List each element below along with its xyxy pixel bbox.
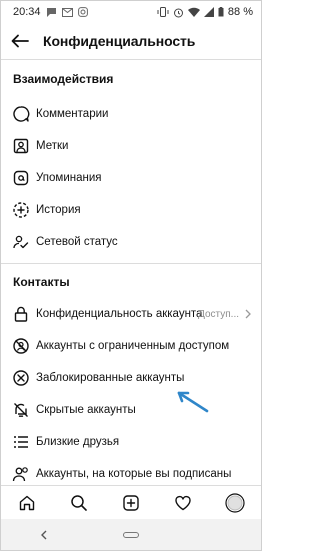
divider <box>1 59 261 60</box>
menu-item-activity-status[interactable]: Сетевой статус <box>1 226 261 258</box>
signal-icon <box>203 7 214 17</box>
menu-item-account-privacy[interactable]: Конфиденциальность аккаунта Доступ... <box>1 298 261 330</box>
at-icon <box>11 168 31 188</box>
section-title-contacts: Контакты <box>13 275 70 289</box>
menu-item-label: Скрытые аккаунты <box>36 404 136 416</box>
menu-item-story[interactable]: История <box>1 194 261 226</box>
section-divider <box>1 263 261 264</box>
new-post-icon[interactable] <box>116 488 146 518</box>
page-title: Конфиденциальность <box>43 33 196 49</box>
comment-icon <box>11 104 31 124</box>
battery-icon <box>218 7 224 17</box>
back-arrow-icon[interactable] <box>9 30 31 52</box>
menu-item-label: Аккаунты, на которые вы подписаны <box>36 468 232 480</box>
heart-icon[interactable] <box>168 488 198 518</box>
menu-item-label: Близкие друзья <box>36 436 120 448</box>
status-time: 20:34 <box>13 6 41 18</box>
profile-avatar[interactable] <box>220 488 250 518</box>
menu-item-tags[interactable]: Метки <box>1 130 261 162</box>
menu-item-close-friends[interactable]: Близкие друзья <box>1 426 261 458</box>
following-icon <box>11 464 31 484</box>
section-title-interactions: Взаимодействия <box>13 72 114 86</box>
activity-status-icon <box>11 232 31 252</box>
nav-back-icon[interactable] <box>29 523 59 547</box>
menu-item-label: Аккаунты с ограниченным доступом <box>36 340 230 352</box>
menu-item-label: Метки <box>36 140 69 152</box>
close-friends-icon <box>11 432 31 452</box>
menu-item-label: История <box>36 204 81 216</box>
menu-item-label: Конфиденциальность аккаунта <box>36 308 203 320</box>
top-bar: Конфиденциальность <box>1 23 261 59</box>
chat-notification-icon <box>46 7 57 18</box>
restricted-icon <box>11 336 31 356</box>
blocked-icon <box>11 368 31 388</box>
story-icon <box>11 200 31 220</box>
menu-item-label: Упоминания <box>36 172 102 184</box>
status-bar: 20:34 88 % <box>1 1 261 23</box>
tag-icon <box>11 136 31 156</box>
menu-item-muted-accounts[interactable]: Скрытые аккаунты <box>1 394 261 426</box>
wifi-icon <box>187 7 200 17</box>
nav-home-icon[interactable] <box>116 523 146 547</box>
instagram-notification-icon <box>77 7 88 17</box>
menu-item-label: Комментарии <box>36 108 109 120</box>
gmail-notification-icon <box>61 7 73 17</box>
menu-item-restricted-accounts[interactable]: Аккаунты с ограниченным доступом <box>1 330 261 362</box>
menu-item-label: Заблокированные аккаунты <box>36 372 185 384</box>
menu-item-mentions[interactable]: Упоминания <box>1 162 261 194</box>
menu-item-comments[interactable]: Комментарии <box>1 98 261 130</box>
lock-icon <box>11 304 31 324</box>
vibrate-icon <box>157 7 169 17</box>
menu-item-label: Сетевой статус <box>36 236 118 248</box>
system-nav-bar <box>1 519 261 550</box>
menu-item-blocked-accounts[interactable]: Заблокированные аккаунты <box>1 362 261 394</box>
search-icon[interactable] <box>64 488 94 518</box>
alarm-icon <box>173 7 184 18</box>
battery-level: 88 % <box>227 6 253 18</box>
account-privacy-value: Доступ... <box>198 308 239 320</box>
chevron-right-icon <box>245 309 251 319</box>
muted-icon <box>11 400 31 420</box>
bottom-tab-bar <box>1 485 261 520</box>
home-icon[interactable] <box>12 488 42 518</box>
